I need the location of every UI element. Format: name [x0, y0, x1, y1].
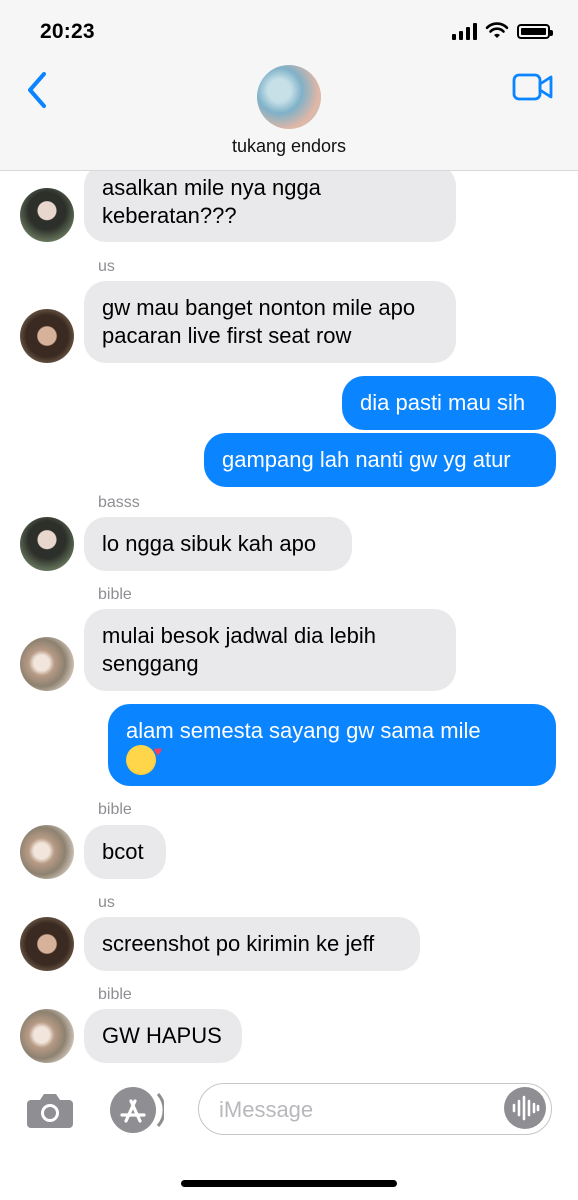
- sender-name: us: [98, 894, 115, 911]
- incoming-message[interactable]: screenshot po kirimin ke jeff: [84, 917, 420, 971]
- sender-avatar[interactable]: [20, 917, 74, 971]
- audio-message-button[interactable]: [504, 1087, 546, 1129]
- status-icons: [452, 22, 553, 40]
- sender-name: bible: [98, 586, 132, 603]
- incoming-message[interactable]: GW HAPUS: [84, 1009, 242, 1063]
- sender-avatar[interactable]: [20, 825, 74, 879]
- outgoing-message[interactable]: dia pasti mau sih: [342, 376, 556, 430]
- sender-avatar[interactable]: [20, 637, 74, 691]
- message-text: bcot: [102, 839, 144, 864]
- facetime-video-button[interactable]: [512, 72, 554, 102]
- app-store-button[interactable]: [108, 1085, 166, 1135]
- contact-name[interactable]: tukang endors: [0, 136, 578, 157]
- sender-avatar[interactable]: [20, 1009, 74, 1063]
- sender-avatar[interactable]: [20, 188, 74, 242]
- sender-name: basss: [98, 494, 140, 511]
- message-text: mulai besok jadwal dia lebih senggang: [102, 623, 376, 676]
- camera-button[interactable]: [25, 1088, 75, 1132]
- message-text: dia pasti mau sih: [360, 390, 526, 415]
- sender-name: us: [98, 258, 115, 275]
- outgoing-message[interactable]: alam semesta sayang gw sama mile: [108, 704, 556, 786]
- video-camera-icon: [512, 73, 553, 101]
- battery-icon: [517, 23, 553, 39]
- message-text: screenshot po kirimin ke jeff: [102, 931, 375, 956]
- wifi-icon: [485, 22, 509, 38]
- incoming-message[interactable]: mulai besok jadwal dia lebih senggang: [84, 609, 456, 691]
- conversation-header: 20:23 tukang endors: [0, 0, 578, 171]
- app-store-icon: [110, 1087, 166, 1133]
- status-time: 20:23: [40, 20, 95, 43]
- cellular-signal-icon: [452, 22, 477, 40]
- camera-icon: [27, 1094, 73, 1128]
- outgoing-message[interactable]: gampang lah nanti gw yg atur: [204, 433, 556, 487]
- incoming-message[interactable]: asalkan mile nya ngga keberatan???: [84, 164, 456, 242]
- message-text: asalkan mile nya ngga keberatan???: [102, 175, 321, 228]
- sender-avatar[interactable]: [20, 309, 74, 363]
- back-button[interactable]: [20, 68, 60, 112]
- sender-name: bible: [98, 986, 132, 1003]
- contact-avatar[interactable]: [257, 65, 321, 129]
- sender-name: bible: [98, 801, 132, 818]
- message-input[interactable]: iMessage: [198, 1083, 552, 1135]
- waveform-icon: [512, 1095, 540, 1121]
- home-indicator[interactable]: [181, 1180, 397, 1187]
- chevron-left-icon: [28, 72, 46, 108]
- incoming-message[interactable]: lo ngga sibuk kah apo: [84, 517, 352, 571]
- message-text: lo ngga sibuk kah apo: [102, 531, 317, 556]
- message-text: alam semesta sayang gw sama mile: [126, 718, 481, 743]
- smiling-face-with-hearts-icon: [126, 737, 162, 776]
- message-text: gampang lah nanti gw yg atur: [222, 447, 511, 472]
- incoming-message[interactable]: gw mau banget nonton mile apo pacaran li…: [84, 281, 456, 363]
- incoming-message[interactable]: bcot: [84, 825, 166, 879]
- sender-avatar[interactable]: [20, 517, 74, 571]
- message-input-placeholder: iMessage: [219, 1097, 314, 1122]
- message-text: gw mau banget nonton mile apo pacaran li…: [102, 295, 416, 348]
- message-text: GW HAPUS: [102, 1023, 222, 1048]
